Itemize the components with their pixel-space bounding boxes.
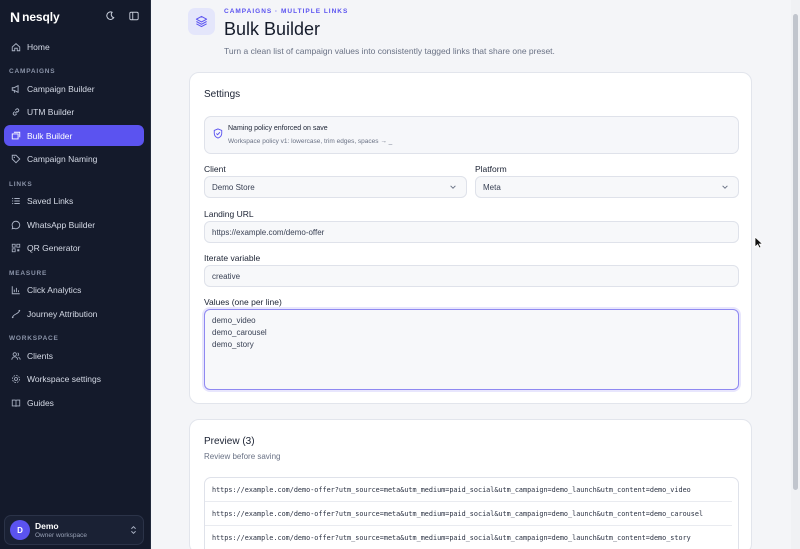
list-icon	[10, 196, 21, 207]
brand-name: nesqly	[22, 10, 60, 24]
sidebar-item-label: Clients	[27, 350, 53, 361]
sidebar-item-bulk-builder[interactable]: Bulk Builder	[4, 125, 144, 146]
bar-chart-icon	[10, 285, 21, 296]
qr-code-icon	[10, 243, 21, 254]
settings-title: Settings	[204, 89, 241, 100]
sidebar-item-click-analytics[interactable]: Click Analytics	[4, 280, 144, 301]
preview-card: Preview (3) Review before saving https:/…	[189, 419, 752, 549]
sidebar-item-home[interactable]: Home	[4, 36, 144, 57]
sidebar-item-journey-attribution[interactable]: Journey Attribution	[4, 303, 144, 324]
sidebar-item-label: QR Generator	[27, 243, 81, 253]
values-label: Values (one per line)	[204, 297, 282, 307]
users-icon	[10, 350, 21, 361]
platform-label: Platform	[475, 164, 507, 174]
client-label: Client	[204, 164, 226, 174]
gear-icon	[10, 374, 21, 385]
home-icon	[10, 41, 21, 52]
preview-row[interactable]: https://example.com/demo-offer?utm_sourc…	[205, 478, 732, 502]
landing-url-label: Landing URL	[204, 209, 254, 219]
preview-row[interactable]: https://example.com/demo-offer?utm_sourc…	[205, 526, 732, 549]
iterate-variable-input[interactable]: creative	[204, 265, 739, 287]
page-subtitle: Turn a clean list of campaign values int…	[224, 46, 555, 56]
preview-row[interactable]: https://example.com/demo-offer?utm_sourc…	[205, 502, 732, 526]
sidebar: N nesqly Home CAMPAIGNS Campaign Builder…	[0, 0, 151, 549]
value-line: demo_carousel	[212, 328, 267, 337]
sidebar-item-utm-builder[interactable]: UTM Builder	[4, 102, 144, 123]
values-textarea[interactable]: demo_video demo_carousel demo_story	[204, 309, 739, 390]
sidebar-item-label: Campaign Naming	[27, 154, 98, 164]
user-name: Demo	[35, 521, 59, 531]
page-scrollbar[interactable]	[791, 0, 800, 549]
sidebar-item-label: Campaign Builder	[27, 83, 95, 94]
shield-check-icon	[213, 126, 223, 144]
sidebar-item-label: Workspace settings	[27, 374, 102, 384]
sidebar-item-saved-links[interactable]: Saved Links	[4, 191, 144, 212]
landing-url-input[interactable]: https://example.com/demo-offer	[204, 221, 739, 243]
chevron-up-down-icon	[130, 525, 137, 537]
preview-list: https://example.com/demo-offer?utm_sourc…	[204, 477, 739, 549]
settings-card: Settings Naming policy enforced on save …	[189, 72, 752, 404]
sidebar-item-label: Journey Attribution	[27, 308, 98, 319]
sidebar-item-label: Guides	[27, 397, 54, 408]
sidebar-item-label: Click Analytics	[27, 285, 82, 295]
nav-section-links: LINKS	[9, 180, 33, 188]
sidebar-item-label: Bulk Builder	[27, 130, 73, 141]
link-icon	[10, 107, 21, 118]
chat-icon	[10, 219, 21, 230]
iterate-variable-value: creative	[212, 271, 241, 281]
platform-select-value: Meta	[483, 182, 501, 192]
scrollbar-thumb[interactable]	[793, 14, 798, 490]
client-select-value: Demo Store	[212, 182, 255, 192]
notice-text: Workspace policy v1: lowercase, trim edg…	[228, 138, 393, 145]
sidebar-item-campaign-builder[interactable]: Campaign Builder	[4, 78, 144, 99]
platform-select[interactable]: Meta	[475, 176, 739, 198]
value-line: demo_story	[212, 340, 254, 349]
chevron-down-icon	[721, 183, 729, 193]
preview-title: Preview (3)	[204, 436, 255, 447]
sidebar-item-label: UTM Builder	[27, 107, 75, 117]
sidebar-item-whatsapp-builder[interactable]: WhatsApp Builder	[4, 214, 144, 235]
sidebar-toggle-icon[interactable]	[128, 10, 140, 22]
main-content: CAMPAIGNS · MULTIPLE LINKS Bulk Builder …	[151, 0, 791, 549]
layers-icon	[188, 8, 215, 35]
client-select[interactable]: Demo Store	[204, 176, 467, 198]
nav-section-campaigns: CAMPAIGNS	[9, 68, 56, 75]
sidebar-nav: Home CAMPAIGNS Campaign Builder UTM Buil…	[4, 36, 144, 416]
page-title: Bulk Builder	[224, 19, 321, 39]
theme-toggle-icon[interactable]	[104, 10, 116, 22]
brand-logo[interactable]: N nesqly	[10, 9, 60, 25]
nav-section-measure: MEASURE	[9, 269, 48, 277]
route-icon	[10, 308, 21, 319]
sidebar-item-label: Home	[27, 41, 50, 52]
sidebar-item-clients[interactable]: Clients	[4, 345, 144, 366]
workspace-switcher[interactable]: D Demo Owner workspace	[4, 515, 144, 545]
sidebar-item-workspace-settings[interactable]: Workspace settings	[4, 369, 144, 390]
sidebar-item-label: WhatsApp Builder	[27, 219, 96, 230]
mouse-cursor-icon	[754, 236, 764, 249]
sidebar-item-qr-generator[interactable]: QR Generator	[4, 238, 144, 259]
notice-title: Naming policy enforced on save	[228, 125, 328, 132]
chevron-down-icon	[449, 183, 457, 193]
book-icon	[10, 397, 21, 408]
avatar: D	[10, 520, 30, 540]
sidebar-item-label: Saved Links	[27, 196, 74, 206]
sidebar-item-guides[interactable]: Guides	[4, 392, 144, 413]
layers-icon	[10, 130, 21, 141]
breadcrumb: CAMPAIGNS · MULTIPLE LINKS	[224, 8, 349, 15]
naming-policy-notice: Naming policy enforced on save Workspace…	[204, 116, 739, 154]
brand-mark: N	[10, 9, 21, 25]
landing-url-value: https://example.com/demo-offer	[212, 227, 325, 237]
sidebar-item-campaign-naming[interactable]: Campaign Naming	[4, 149, 144, 170]
megaphone-icon	[10, 83, 21, 94]
tag-icon	[10, 154, 21, 165]
iterate-variable-label: Iterate variable	[204, 253, 261, 263]
value-line: demo_video	[212, 316, 256, 325]
user-role: Owner workspace	[35, 532, 88, 539]
nav-section-workspace: WORKSPACE	[9, 335, 59, 342]
preview-subtitle: Review before saving	[204, 452, 281, 461]
